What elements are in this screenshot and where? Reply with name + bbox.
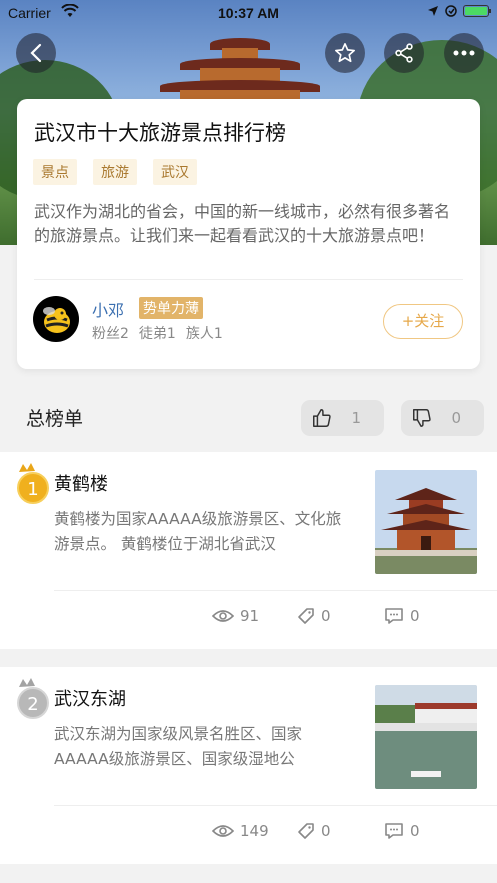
more-button[interactable]	[444, 33, 484, 73]
share-button[interactable]	[384, 33, 424, 73]
tag-count: 0	[321, 607, 331, 625]
views-count: 91	[240, 607, 260, 625]
comments-metric[interactable]: 0	[384, 598, 420, 634]
tag-icon	[298, 608, 314, 624]
more-dots-icon	[453, 50, 475, 56]
author-name[interactable]: 小邓	[92, 297, 124, 321]
ranking-header: 总榜单 1 0	[0, 380, 497, 450]
item-name: 黄鹤楼	[54, 474, 108, 495]
gold-medal-icon: 1	[17, 463, 49, 504]
clan-count: 族人1	[185, 326, 223, 342]
thumbs-up-icon	[313, 409, 331, 427]
item-metrics: 149 0 0	[197, 813, 497, 849]
back-button[interactable]	[16, 33, 56, 73]
tag-icon	[298, 823, 314, 839]
tag-list: 景点 旅游 武汉	[33, 159, 197, 185]
item-metrics: 91 0 0	[197, 598, 497, 634]
favorite-button[interactable]	[325, 33, 365, 73]
eye-icon	[212, 825, 234, 837]
dislike-count: 0	[451, 409, 461, 427]
rank-number: 2	[27, 694, 38, 715]
silver-medal-icon: 2	[17, 678, 49, 719]
rank-number: 1	[27, 479, 38, 500]
fans-count: 粉丝2	[92, 326, 129, 342]
item-thumbnail	[375, 685, 477, 789]
divider	[54, 805, 497, 806]
share-icon	[395, 43, 413, 63]
battery-icon	[463, 5, 491, 17]
eye-icon	[212, 610, 234, 622]
tag-chip[interactable]: 景点	[33, 159, 77, 185]
orientation-lock-icon	[445, 5, 457, 17]
status-bar: Carrier 10:37 AM	[0, 0, 497, 26]
location-arrow-icon	[428, 6, 438, 16]
follow-button[interactable]: +关注	[383, 304, 463, 339]
tag-chip[interactable]: 武汉	[153, 159, 197, 185]
like-button[interactable]: 1	[301, 400, 384, 436]
item-name: 武汉东湖	[54, 689, 126, 710]
author-level-badge: 势单力薄	[139, 297, 203, 319]
tag-count: 0	[321, 822, 331, 840]
tag-chip[interactable]: 旅游	[93, 159, 137, 185]
avatar[interactable]	[33, 296, 79, 342]
views-count: 149	[240, 822, 269, 840]
list-item[interactable]: 2 武汉东湖 武汉东湖为国家级风景名胜区、国家AAAAA级旅游景区、国家级湿地公…	[0, 667, 497, 864]
list-title: 武汉市十大旅游景点排行榜	[34, 121, 286, 145]
list-description: 武汉作为湖北的省会，中国的新一线城市，必然有很多著名的旅游景点。让我们来一起看看…	[34, 202, 451, 245]
apprentice-count: 徒弟1	[138, 326, 176, 342]
comment-icon	[385, 608, 403, 624]
thumbs-down-icon	[413, 409, 431, 427]
list-info-card: 武汉市十大旅游景点排行榜 景点 旅游 武汉 武汉作为湖北的省会，中国的新一线城市…	[17, 99, 480, 369]
item-thumbnail	[375, 470, 477, 574]
star-icon	[335, 43, 355, 63]
comments-count: 0	[410, 607, 420, 625]
bee-mascot-icon	[43, 307, 70, 333]
author-stats: 粉丝2 徒弟1 族人1	[92, 323, 223, 343]
comments-count: 0	[410, 822, 420, 840]
ranking-title: 总榜单	[26, 408, 84, 430]
divider	[54, 590, 497, 591]
views-metric: 91	[212, 598, 259, 634]
like-count: 1	[351, 409, 361, 427]
comments-metric[interactable]: 0	[384, 813, 420, 849]
tag-metric: 0	[297, 598, 331, 634]
tag-metric: 0	[297, 813, 331, 849]
dislike-button[interactable]: 0	[401, 400, 484, 436]
divider	[34, 279, 463, 280]
clock: 10:37 AM	[218, 5, 279, 21]
list-item[interactable]: 1 黄鹤楼 黄鹤楼为国家AAAAA级旅游景区、文化旅游景点。 黄鹤楼位于湖北省武…	[0, 452, 497, 649]
chevron-left-icon	[30, 43, 42, 63]
comment-icon	[385, 823, 403, 839]
item-description: 武汉东湖为国家级风景名胜区、国家AAAAA级旅游景区、国家级湿地公	[54, 725, 303, 768]
item-description: 黄鹤楼为国家AAAAA级旅游景区、文化旅游景点。 黄鹤楼位于湖北省武汉	[54, 510, 342, 553]
views-metric: 149	[212, 813, 269, 849]
